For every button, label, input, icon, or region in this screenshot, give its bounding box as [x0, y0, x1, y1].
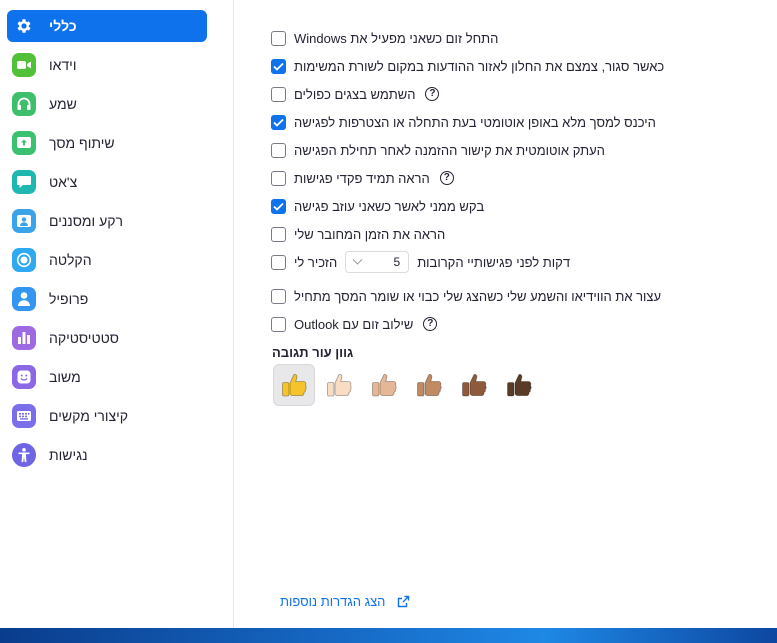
sidebar-item-share-screen[interactable]: שיתוף מסך [7, 127, 207, 159]
checkbox[interactable] [271, 170, 286, 186]
sidebar-item-chat[interactable]: צ'אט [7, 166, 207, 198]
sidebar-item-accessibility[interactable]: נגישות [7, 439, 207, 471]
setting-label: הזכיר לי [294, 254, 338, 270]
sidebar-item-label: משוב [49, 369, 81, 385]
checkbox[interactable] [271, 86, 286, 102]
sidebar-item-label: צ'אט [49, 174, 78, 190]
record-icon [12, 248, 36, 272]
setting-show-connected-time[interactable]: הראה את הזמן המחובר שלי [271, 220, 445, 248]
keyboard-icon [12, 404, 36, 428]
setting-dual-monitors[interactable]: השתמש בצגים כפולים ? [271, 80, 440, 108]
checkbox[interactable] [271, 198, 286, 214]
sidebar-item-label: נגישות [49, 447, 88, 463]
setting-label: היכנס למסך מלא באופן אוטומטי בעת התחלה א… [294, 114, 656, 130]
sidebar-item-recording[interactable]: הקלטה [7, 244, 207, 276]
thumbs-up-medium-option[interactable] [408, 364, 450, 406]
sidebar-item-general[interactable]: כללי [7, 10, 207, 42]
setting-copy-invite-link[interactable]: העתק אוטומטית את קישור ההזמנה לאחר תחילת… [271, 136, 605, 164]
video-camera-icon [12, 53, 36, 77]
chevron-down-icon [352, 254, 363, 265]
setting-label: התחל זום כשאני מפעיל את Windows [294, 30, 499, 46]
minutes-select[interactable]: 5 [345, 251, 410, 273]
sidebar-item-label: סטטיסטיקה [49, 330, 119, 346]
gear-icon [12, 14, 36, 38]
person-icon [12, 287, 36, 311]
thumbs-up-yellow-option[interactable] [273, 364, 315, 406]
smiley-icon [12, 365, 36, 389]
settings-sidebar: כללי וידאו שמע שיתוף מסך צ'אט רקע ומסנני… [0, 0, 234, 628]
setting-label: שילוב זום עם Outlook [294, 316, 414, 332]
sidebar-item-label: הקלטה [49, 252, 92, 268]
bar-chart-icon [12, 326, 36, 350]
setting-stop-video-lock[interactable]: עצור את הווידיאו והשמע שלי כשהצג שלי כבו… [271, 282, 661, 310]
sidebar-item-profile[interactable]: פרופיל [7, 283, 207, 315]
general-settings-panel: התחל זום כשאני מפעיל את Windows כאשר סגו… [235, 0, 777, 628]
setting-label: העתק אוטומטית את קישור ההזמנה לאחר תחילת… [294, 142, 605, 158]
setting-show-meeting-controls[interactable]: הראה תמיד פקדי פגישות ? [271, 164, 454, 192]
setting-label: עצור את הווידיאו והשמע שלי כשהצג שלי כבו… [294, 288, 662, 304]
headphones-icon [12, 92, 36, 116]
checkbox[interactable] [271, 254, 286, 270]
thumbs-up-medium-dark-option[interactable] [453, 364, 495, 406]
thumbs-up-light-option[interactable] [318, 364, 360, 406]
show-more-settings-link[interactable]: הצג הגדרות נוספות [280, 594, 410, 609]
setting-label: בקש ממני לאשר כשאני עוזב פגישה [294, 198, 485, 214]
thumbs-up-icon [507, 373, 532, 397]
sidebar-item-label: פרופיל [49, 291, 89, 307]
sidebar-item-video[interactable]: וידאו [7, 49, 207, 81]
checkbox[interactable] [271, 30, 286, 46]
setting-outlook-integration[interactable]: שילוב זום עם Outlook ? [271, 310, 438, 338]
sidebar-item-label: רקע ומסננים [49, 213, 123, 229]
portrait-icon [12, 209, 36, 233]
help-icon[interactable]: ? [439, 171, 454, 185]
checkbox[interactable] [271, 226, 286, 242]
thumbs-up-icon [462, 373, 487, 397]
thumbs-up-medium-light-option[interactable] [363, 364, 405, 406]
sidebar-item-label: כללי [49, 18, 77, 34]
sidebar-item-keyboard-shortcuts[interactable]: קיצורי מקשים [7, 400, 207, 432]
setting-confirm-leave[interactable]: בקש ממני לאשר כשאני עוזב פגישה [271, 192, 484, 220]
skin-tone-picker [273, 364, 543, 406]
setting-label: השתמש בצגים כפולים [294, 86, 416, 102]
setting-label: דקות לפני פגישותיי הקרובות [417, 254, 571, 270]
sidebar-item-label: וידאו [49, 57, 77, 73]
setting-label: הראה את הזמן המחובר שלי [294, 226, 446, 242]
accessibility-icon [12, 443, 36, 467]
setting-label: כאשר סגור, צמצם את החלון לאזור ההודעות ב… [294, 58, 665, 74]
sidebar-item-feedback[interactable]: משוב [7, 361, 207, 393]
external-link-icon [398, 595, 410, 608]
sidebar-item-statistics[interactable]: סטטיסטיקה [7, 322, 207, 354]
reaction-skin-tone-title: גוון עור תגובה [272, 345, 354, 360]
more-settings-label: הצג הגדרות נוספות [280, 594, 386, 609]
setting-remind-me[interactable]: הזכיר לי 5 דקות לפני פגישותיי הקרובות [271, 248, 570, 276]
checkbox[interactable] [271, 288, 286, 304]
setting-start-with-windows[interactable]: התחל זום כשאני מפעיל את Windows [271, 24, 498, 52]
thumbs-up-icon [372, 373, 397, 397]
checkbox[interactable] [271, 114, 286, 130]
sidebar-item-audio[interactable]: שמע [7, 88, 207, 120]
chat-bubble-icon [12, 170, 36, 194]
sidebar-item-label: שמע [49, 96, 77, 112]
setting-minimize-to-tray[interactable]: כאשר סגור, צמצם את החלון לאזור ההודעות ב… [271, 52, 664, 80]
thumbs-up-icon [282, 373, 307, 397]
checkbox[interactable] [271, 316, 286, 332]
sidebar-item-label: שיתוף מסך [49, 135, 115, 151]
sidebar-item-background[interactable]: רקע ומסננים [7, 205, 207, 237]
thumbs-up-icon [327, 373, 352, 397]
sidebar-item-label: קיצורי מקשים [49, 408, 128, 424]
setting-label: הראה תמיד פקדי פגישות [294, 170, 430, 186]
checkbox[interactable] [271, 58, 286, 74]
thumbs-up-dark-option[interactable] [498, 364, 540, 406]
help-icon[interactable]: ? [425, 87, 440, 101]
thumbs-up-icon [417, 373, 442, 397]
checkbox[interactable] [271, 142, 286, 158]
windows-taskbar [0, 628, 777, 643]
share-screen-icon [12, 131, 36, 155]
minutes-value: 5 [393, 255, 401, 269]
help-icon[interactable]: ? [423, 317, 438, 331]
setting-auto-fullscreen[interactable]: היכנס למסך מלא באופן אוטומטי בעת התחלה א… [271, 108, 656, 136]
